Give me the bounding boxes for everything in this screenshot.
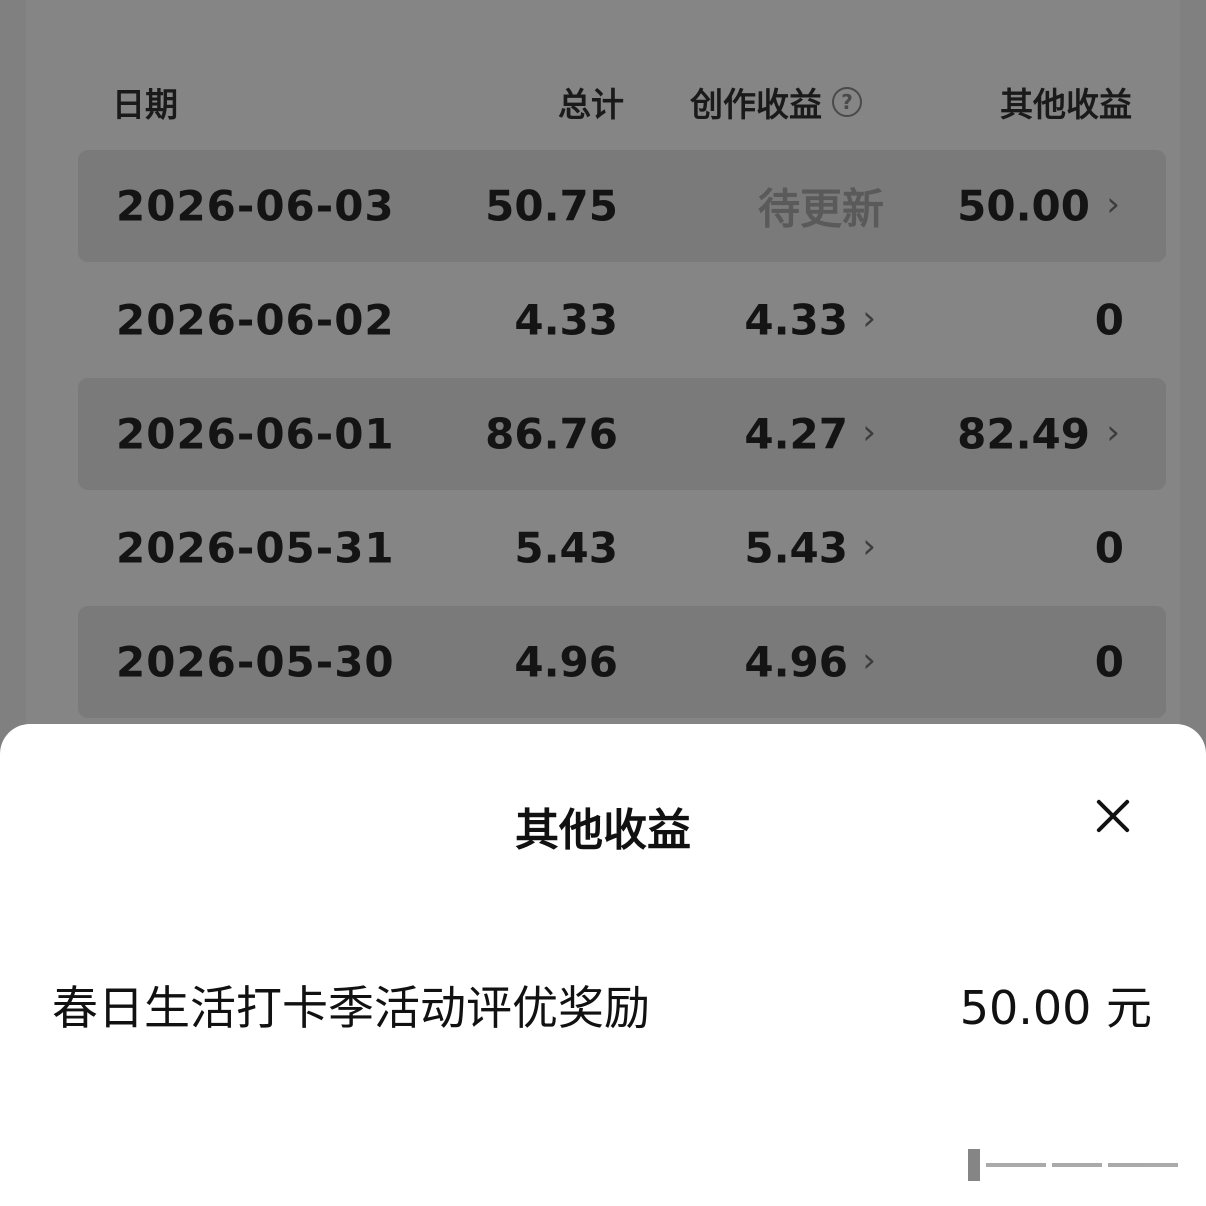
row-other-link[interactable]: 50.00 (957, 182, 1090, 231)
chevron-right-icon[interactable]: › (1106, 184, 1120, 224)
header-date: 日期 (112, 85, 178, 124)
row-creation-pending: 待更新 (757, 184, 884, 234)
chevron-right-icon[interactable]: › (862, 298, 876, 338)
other-earnings-sheet: 其他收益 春日生活打卡季活动评优奖励 50.00 元 (0, 724, 1206, 1206)
earning-item-amount: 50.00 元 (959, 981, 1152, 1035)
chevron-right-icon[interactable]: › (862, 412, 876, 452)
row-other-link[interactable]: 82.49 (957, 410, 1090, 459)
row-other: 0 (1094, 637, 1124, 687)
chevron-right-icon[interactable]: › (862, 526, 876, 566)
watermark-logo (968, 1148, 1180, 1182)
row-date: 2026-06-01 (116, 409, 395, 459)
table-row: 2026-06-03 50.75 待更新 50.00 › (78, 150, 1166, 262)
help-icon[interactable]: ? (832, 87, 862, 117)
header-total: 总计 (558, 85, 624, 124)
header-creation: 创作收益 ? (690, 78, 862, 126)
row-other: 0 (1094, 523, 1124, 573)
row-creation-link[interactable]: 4.27 (744, 410, 848, 459)
chevron-right-icon[interactable]: › (862, 640, 876, 680)
table-row: 2026-05-30 4.96 4.96 › 0 (78, 606, 1166, 718)
row-date: 2026-06-03 (116, 181, 395, 231)
row-total: 4.96 (514, 637, 618, 687)
header-creation-label: 创作收益 (690, 85, 822, 124)
chevron-right-icon[interactable]: › (1106, 412, 1120, 452)
table-header: 日期 总计 创作收益 ? 其他收益 (0, 70, 1206, 126)
sheet-title: 其他收益 (515, 805, 691, 856)
table-row: 2026-06-01 86.76 4.27 › 82.49 › (78, 378, 1166, 490)
row-creation-link[interactable]: 5.43 (744, 524, 848, 573)
row-creation-link[interactable]: 4.96 (744, 638, 848, 687)
row-total: 50.75 (485, 181, 618, 231)
row-total: 86.76 (485, 409, 618, 459)
row-creation-link[interactable]: 4.33 (744, 296, 848, 345)
row-date: 2026-05-31 (116, 523, 395, 573)
header-other: 其他收益 (1000, 85, 1132, 124)
row-date: 2026-05-30 (116, 637, 395, 687)
row-date: 2026-06-02 (116, 295, 395, 345)
row-total: 5.43 (514, 523, 618, 573)
earning-item-label: 春日生活打卡季活动评优奖励 (52, 981, 650, 1035)
close-icon[interactable] (1094, 797, 1132, 835)
table-row: 2026-06-02 4.33 4.33 › 0 (78, 264, 1166, 376)
row-other: 0 (1094, 295, 1124, 345)
row-total: 4.33 (514, 295, 618, 345)
table-row: 2026-05-31 5.43 5.43 › 0 (78, 492, 1166, 604)
